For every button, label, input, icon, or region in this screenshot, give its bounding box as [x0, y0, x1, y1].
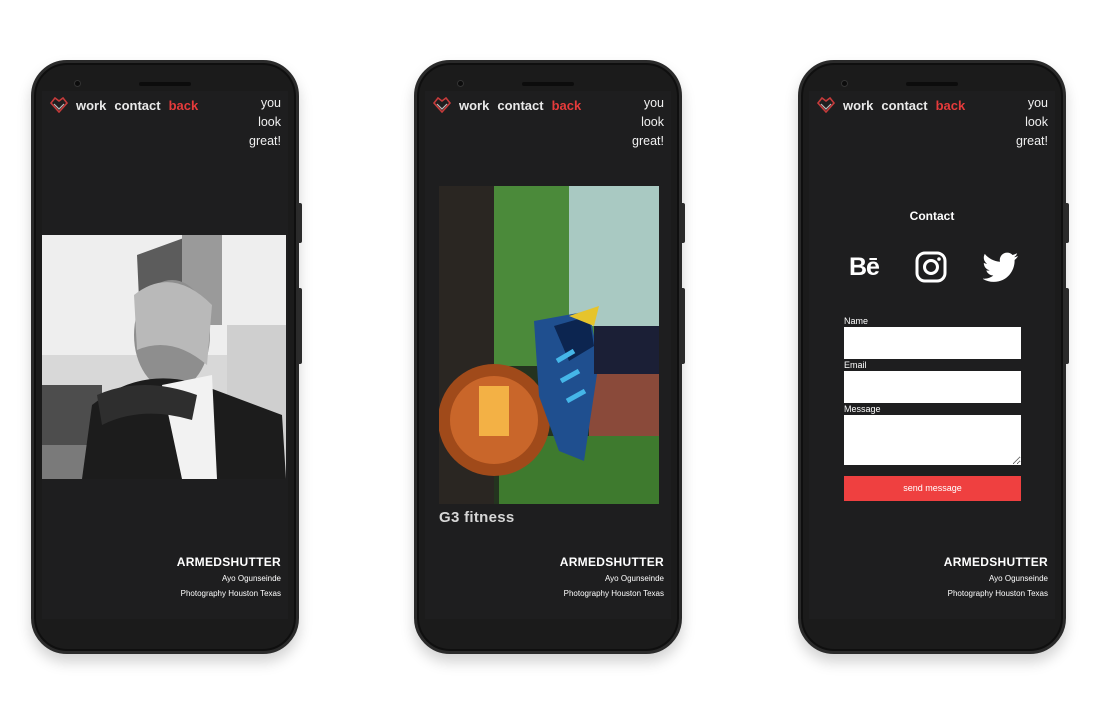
nav-back-link[interactable]: back: [169, 98, 199, 113]
nav-contact-link[interactable]: contact: [497, 98, 543, 113]
site-footer: ARMEDSHUTTER Ayo Ogunseinde Photography …: [560, 555, 664, 601]
nav-back-link[interactable]: back: [936, 98, 966, 113]
nav-back-link[interactable]: back: [552, 98, 582, 113]
logo-icon[interactable]: [433, 97, 451, 113]
site-footer: ARMEDSHUTTER Ayo Ogunseinde Photography …: [177, 555, 281, 601]
send-message-button[interactable]: send message: [844, 476, 1021, 501]
volume-button: [1065, 203, 1069, 243]
message-field[interactable]: [844, 415, 1021, 465]
power-button: [681, 288, 685, 364]
name-label: Name: [844, 316, 869, 326]
volume-button: [298, 203, 302, 243]
greeting-text: you look great!: [241, 94, 281, 151]
front-camera: [74, 80, 81, 87]
front-camera: [841, 80, 848, 87]
greeting-line: great!: [632, 134, 664, 148]
logo-icon[interactable]: [817, 97, 835, 113]
greeting-line: great!: [1016, 134, 1048, 148]
greeting-line: look: [1025, 115, 1048, 129]
name-field[interactable]: [844, 327, 1021, 359]
greeting-line: look: [641, 115, 664, 129]
social-links: Bē: [849, 251, 1019, 283]
tagline: Photography Houston Texas: [947, 589, 1048, 598]
nav-contact-link[interactable]: contact: [114, 98, 160, 113]
photographer-name: Ayo Ogunseinde: [221, 574, 281, 583]
greeting-text: you look great!: [624, 94, 664, 151]
nav-work-link[interactable]: work: [843, 98, 873, 113]
phone-mockup-3: work contact back you look great! Contac…: [798, 60, 1069, 654]
brand-name: ARMEDSHUTTER: [176, 555, 281, 569]
brand-name: ARMEDSHUTTER: [943, 555, 1048, 569]
greeting-text: you look great!: [1008, 94, 1048, 151]
phone-screen: work contact back you look great!: [42, 91, 288, 619]
twitter-icon[interactable]: [983, 252, 1019, 282]
brand-caption: G3 fitness: [439, 509, 515, 526]
message-label: Message: [844, 404, 881, 414]
front-camera: [457, 80, 464, 87]
greeting-line: you: [260, 96, 281, 110]
nav-contact-link[interactable]: contact: [881, 98, 927, 113]
power-button: [1065, 288, 1069, 364]
greeting-line: great!: [249, 134, 281, 148]
greeting-line: you: [643, 96, 664, 110]
portrait-photo: [42, 235, 288, 479]
speaker-grille: [139, 82, 191, 86]
contact-heading: Contact: [909, 209, 955, 223]
greeting-line: you: [1027, 96, 1048, 110]
email-label: Email: [844, 360, 867, 370]
speaker-grille: [522, 82, 574, 86]
instagram-icon[interactable]: [915, 251, 947, 283]
speaker-grille: [906, 82, 958, 86]
behance-icon[interactable]: Bē: [849, 253, 880, 282]
top-nav: work contact back: [817, 97, 973, 113]
photographer-name: Ayo Ogunseinde: [604, 574, 664, 583]
power-button: [298, 288, 302, 364]
top-nav: work contact back: [50, 97, 206, 113]
phone-mockup-2: work contact back you look great! G3 fit…: [414, 60, 685, 654]
brand-name: ARMEDSHUTTER: [559, 555, 664, 569]
greeting-line: look: [258, 115, 281, 129]
volume-button: [681, 203, 685, 243]
fitness-photo: [439, 186, 659, 504]
site-footer: ARMEDSHUTTER Ayo Ogunseinde Photography …: [944, 555, 1048, 601]
nav-work-link[interactable]: work: [76, 98, 106, 113]
top-nav: work contact back: [433, 97, 589, 113]
phone-screen: work contact back you look great!: [425, 91, 671, 619]
phone-mockup-1: work contact back you look great! ARMEDS…: [31, 60, 302, 654]
photographer-name: Ayo Ogunseinde: [988, 574, 1048, 583]
contact-form: Name Email Message send message: [844, 315, 1021, 501]
email-field[interactable]: [844, 371, 1021, 403]
phone-screen: work contact back you look great! Contac…: [809, 91, 1055, 619]
tagline: Photography Houston Texas: [563, 589, 664, 598]
tagline: Photography Houston Texas: [180, 589, 281, 598]
logo-icon[interactable]: [50, 97, 68, 113]
nav-work-link[interactable]: work: [459, 98, 489, 113]
